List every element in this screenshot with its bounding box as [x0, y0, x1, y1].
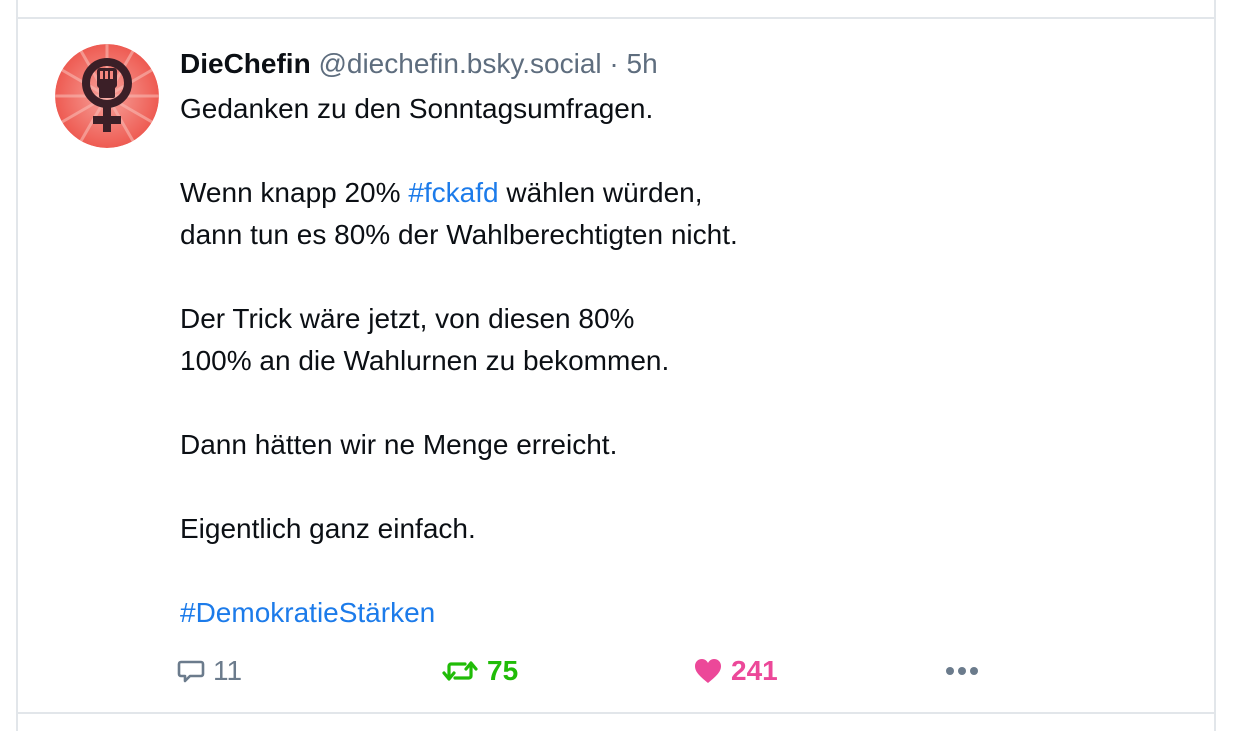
- post-line: 100% an die Wahlurnen zu bekommen.: [180, 345, 670, 376]
- post-line: Gedanken zu den Sonntagsumfragen.: [180, 93, 654, 124]
- hashtag-link[interactable]: #fckafd: [408, 177, 498, 208]
- like-count: 241: [731, 655, 778, 686]
- post-timestamp[interactable]: 5h: [627, 48, 658, 79]
- post-text: Gedanken zu den Sonntagsumfragen. Wenn k…: [180, 88, 1180, 634]
- repost-count: 75: [487, 655, 519, 686]
- author-handle[interactable]: @diechefin.bsky.social: [318, 48, 601, 79]
- post-line: #DemokratieStärken: [180, 592, 1180, 634]
- post-actions: 11 75 241: [0, 648, 1238, 694]
- like-button[interactable]: 241: [693, 648, 778, 694]
- more-options-button[interactable]: [944, 648, 988, 694]
- bottom-divider: [16, 712, 1216, 714]
- post-line: Eigentlich ganz einfach.: [180, 513, 476, 544]
- header-separator: ·: [609, 48, 619, 79]
- post-text-segment: wählen würden,: [498, 177, 703, 208]
- heart-icon: [693, 657, 723, 685]
- post-header: DieChefin @diechefin.bsky.social · 5h: [180, 47, 658, 81]
- post-line: Dann hätten wir ne Menge erreicht.: [180, 429, 618, 460]
- author-display-name[interactable]: DieChefin: [180, 48, 311, 79]
- raised-fist-venus-icon: [55, 44, 159, 148]
- repost-arrows-icon: [441, 657, 479, 685]
- speech-bubble-icon: [177, 657, 205, 685]
- reply-count: 11: [213, 655, 243, 686]
- hashtag-link[interactable]: #DemokratieStärken: [180, 597, 435, 628]
- post-line: Wenn knapp 20% #fckafd wählen würden,: [180, 172, 1180, 214]
- avatar[interactable]: [55, 44, 159, 148]
- post-line: Der Trick wäre jetzt, von diesen 80%: [180, 303, 635, 334]
- repost-button[interactable]: 75: [441, 648, 518, 694]
- post-text-segment: Wenn knapp 20%: [180, 177, 409, 208]
- top-divider: [16, 17, 1216, 19]
- reply-button[interactable]: 11: [177, 648, 242, 694]
- ellipsis-icon: [944, 657, 980, 685]
- post-line: dann tun es 80% der Wahlberechtigten nic…: [180, 219, 738, 250]
